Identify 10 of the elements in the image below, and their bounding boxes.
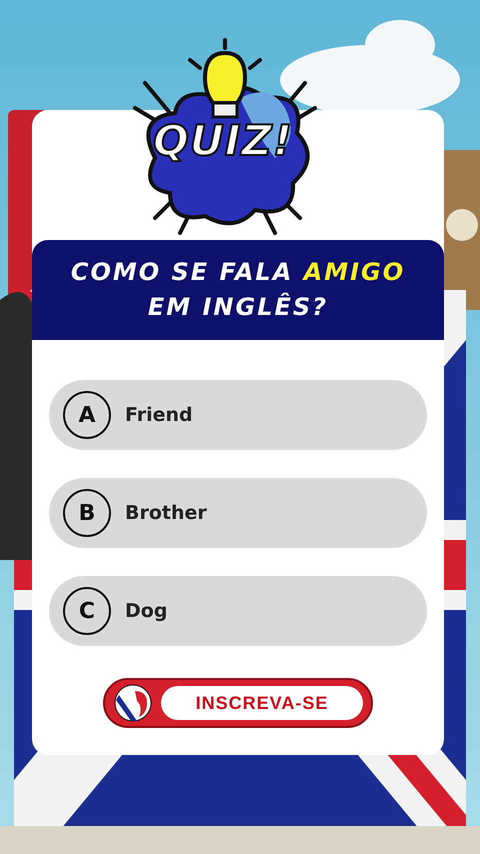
subscribe-button[interactable]: INSCREVA-SE — [103, 678, 373, 728]
option-letter: A — [63, 391, 111, 439]
option-letter: C — [63, 587, 111, 635]
answer-option[interactable]: A Friend — [49, 380, 427, 450]
subscribe-label: INSCREVA-SE — [161, 686, 363, 720]
answer-option[interactable]: B Brother — [49, 478, 427, 548]
question-text: COMO SE FALA AMIGO EM INGLÊS? — [70, 257, 406, 323]
eagle-flag-icon — [113, 683, 153, 723]
option-letter: B — [63, 489, 111, 537]
answer-option[interactable]: C Dog — [49, 576, 427, 646]
